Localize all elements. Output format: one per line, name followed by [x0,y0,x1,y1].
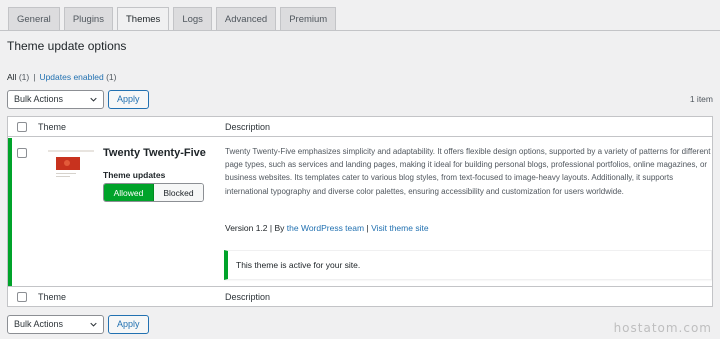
tab-general[interactable]: General [8,7,60,30]
page-title: Theme update options [7,39,127,53]
chevron-down-icon [90,97,97,102]
allowed-option[interactable]: Allowed [104,184,154,201]
visit-theme-site-link[interactable]: Visit theme site [371,223,428,233]
filter-all-count: (1) [18,72,30,82]
theme-version: Version 1.2 | By [225,223,285,233]
apply-button-bottom[interactable]: Apply [108,314,149,334]
table-header: Theme Description [8,117,712,137]
table-footer: Theme Description [8,286,712,306]
apply-button-top[interactable]: Apply [108,89,149,109]
blocked-option[interactable]: Blocked [154,184,203,201]
table-row: Twenty Twenty-Five Theme updates Allowed… [8,138,712,287]
tab-logs[interactable]: Logs [173,7,212,30]
meta-separator: | [366,223,369,233]
theme-updates-toggle: Allowed Blocked [103,183,204,202]
item-count-top: 1 item [689,94,713,104]
tab-advanced[interactable]: Advanced [215,7,277,30]
themes-table: Theme Description Twenty Twenty-Five The… [7,116,713,307]
active-theme-notice: This theme is active for your site. [224,250,712,280]
column-theme-header: Theme [38,121,67,132]
theme-name: Twenty Twenty-Five [103,147,206,159]
select-all-checkbox-bottom[interactable] [17,291,27,302]
column-description-footer: Description [225,291,271,302]
column-description-header: Description [225,121,271,132]
theme-updates-label: Theme updates [103,170,166,180]
row-checkbox[interactable] [17,148,27,158]
theme-meta: Version 1.2 | By the WordPress team | Vi… [225,223,429,233]
tablenav-top: Bulk Actions Apply 1 item [7,89,713,109]
select-all-checkbox-top[interactable] [17,121,27,132]
column-theme-footer: Theme [38,291,67,302]
watermark: hostatom.com [613,321,712,335]
tab-premium[interactable]: Premium [280,7,337,30]
bulk-actions-value: Bulk Actions [14,319,64,329]
filter-separator: | [33,72,36,82]
filter-updates-label: Updates enabled [39,72,104,82]
filter-all[interactable]: All (1) [7,72,29,82]
filter-updates-count: (1) [106,72,117,82]
tab-themes[interactable]: Themes [116,7,170,31]
bulk-actions-value: Bulk Actions [14,94,64,104]
filter-all-label: All [7,72,17,82]
chevron-down-icon [90,322,97,327]
author-link[interactable]: the WordPress team [287,223,364,233]
tabs-divider [0,30,720,31]
filter-updates-enabled[interactable]: Updates enabled (1) [39,72,116,82]
tablenav-bottom: Bulk Actions Apply [7,314,713,334]
theme-screenshot [46,149,96,187]
theme-description: Twenty Twenty-Five emphasizes simplicity… [225,147,711,196]
settings-tabs: General Plugins Themes Logs Advanced Pre… [8,7,712,31]
tab-plugins[interactable]: Plugins [63,7,113,30]
bulk-actions-select-top[interactable]: Bulk Actions [7,89,104,109]
bulk-actions-select-bottom[interactable]: Bulk Actions [7,314,104,334]
filter-links: All (1) | Updates enabled (1) [7,72,116,82]
